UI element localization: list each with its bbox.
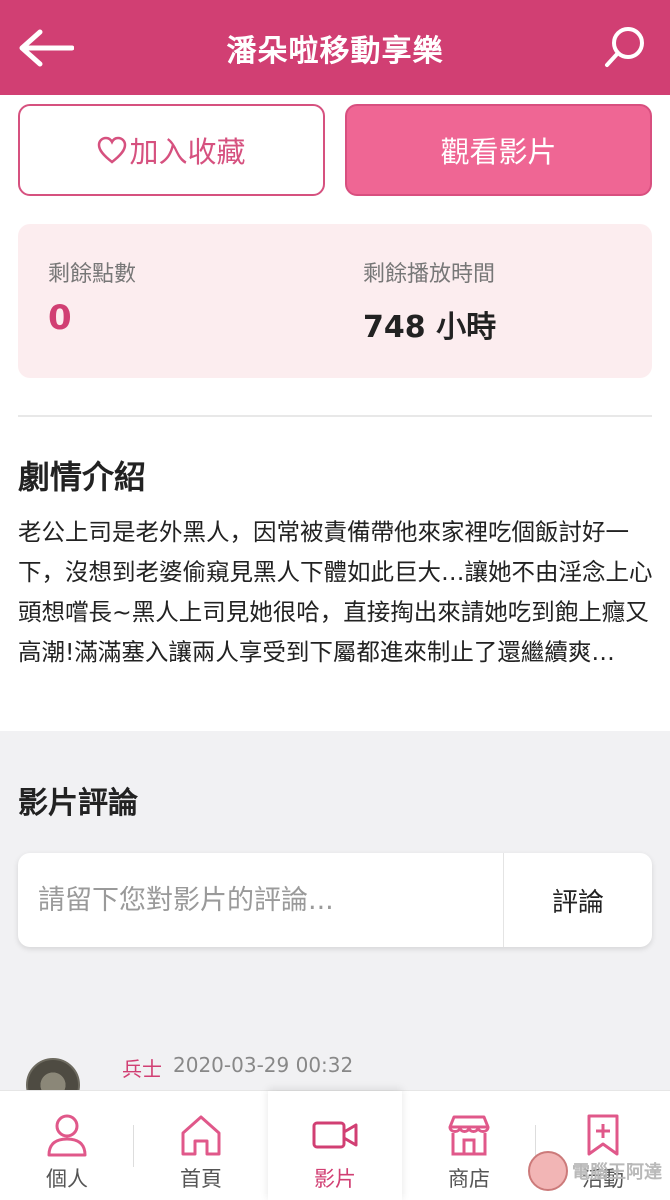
home-icon [181, 1115, 221, 1156]
plot-title: 劇情介紹 [18, 458, 147, 496]
comment-form: 評論 [18, 853, 652, 947]
points-value: 0 [48, 298, 72, 338]
tab-profile[interactable]: 個人 [0, 1091, 134, 1200]
plot-description: 老公上司是老外黑人，因常被責備帶他來家裡吃個飯討好一下，沒想到老婆偷窺見黑人下體… [18, 518, 653, 666]
tab-videos[interactable]: 影片 [268, 1091, 402, 1200]
watermark-text: 電腦王阿達 [572, 1162, 662, 1183]
tab-shop-label: 商店 [448, 1167, 490, 1191]
heart-icon [98, 136, 127, 164]
app-header: 潘朵啦移動享樂 [0, 0, 670, 95]
person-icon [47, 1114, 87, 1157]
tab-home-label: 首頁 [180, 1167, 222, 1191]
balance-panel: 剩餘點數 0 剩餘播放時間 748 小時 [18, 224, 652, 378]
tab-home[interactable]: 首頁 [134, 1091, 268, 1200]
time-value: 748 小時 [363, 310, 497, 345]
back-arrow-icon[interactable] [18, 28, 74, 68]
add-favorite-label: 加入收藏 [129, 135, 246, 169]
action-buttons: 加入收藏 觀看影片 [18, 104, 652, 196]
page-title: 潘朵啦移動享樂 [226, 33, 444, 69]
submit-comment-button[interactable]: 評論 [504, 853, 652, 947]
watch-video-label: 觀看影片 [440, 135, 557, 169]
shop-icon [448, 1115, 490, 1156]
divider [18, 415, 652, 417]
watermark-mascot-icon [528, 1151, 568, 1191]
tab-profile-label: 個人 [46, 1167, 88, 1191]
comment-timestamp: 2020-03-29 00:32 [173, 1053, 354, 1077]
tab-videos-label: 影片 [314, 1167, 356, 1191]
tab-shop[interactable]: 商店 [402, 1091, 536, 1200]
watch-video-button[interactable]: 觀看影片 [345, 104, 652, 196]
comment-username: 兵士 [122, 1057, 162, 1081]
watermark-logo: 電腦王阿達 [528, 1146, 670, 1196]
comment-input[interactable] [18, 853, 502, 947]
time-label: 剩餘播放時間 [363, 262, 496, 287]
search-icon[interactable] [602, 24, 648, 70]
video-camera-icon [312, 1121, 358, 1149]
comments-title: 影片評論 [18, 786, 138, 821]
points-label: 剩餘點數 [48, 262, 137, 287]
add-favorite-button[interactable]: 加入收藏 [18, 104, 325, 196]
